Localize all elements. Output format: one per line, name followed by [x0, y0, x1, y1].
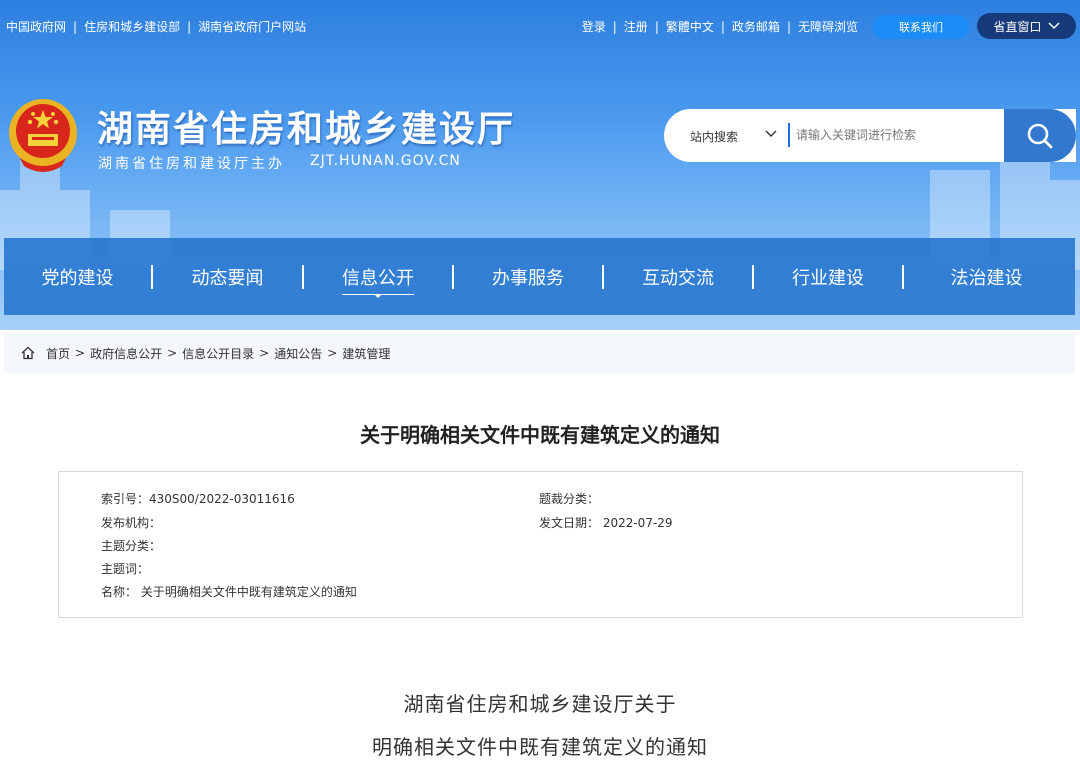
nav-info-disclosure[interactable]: 信息公开	[304, 238, 452, 315]
meta-date: 发文日期： 2022-07-29	[539, 516, 673, 530]
link-mohurd[interactable]: 住房和城乡建设部	[84, 18, 180, 35]
accessibility-link[interactable]: 无障碍浏览	[798, 18, 858, 35]
meta-name: 名称： 关于明确相关文件中既有建筑定义的通知	[101, 585, 357, 599]
login-link[interactable]: 登录	[582, 18, 606, 35]
body-line: 湖南省住房和城乡建设厅关于	[403, 692, 677, 716]
link-gov-cn[interactable]: 中国政府网	[6, 18, 66, 35]
search-button[interactable]	[1004, 109, 1076, 162]
traditional-chinese-link[interactable]: 繁體中文	[666, 18, 714, 35]
search-icon	[1027, 123, 1053, 148]
breadcrumb-info-catalog[interactable]: 信息公开目录	[182, 345, 254, 362]
top-right-links: 登录 | 注册 | 繁體中文 | 政务邮箱 | 无障碍浏览	[581, 18, 858, 35]
province-window-button[interactable]: 省直窗口	[977, 13, 1076, 39]
nav-interaction[interactable]: 互动交流	[604, 238, 752, 315]
active-caret-icon	[374, 294, 382, 298]
breadcrumb-gov-info[interactable]: 政府信息公开	[90, 345, 162, 362]
nav-news[interactable]: 动态要闻	[153, 238, 302, 315]
breadcrumb-home[interactable]: 首页	[46, 345, 70, 362]
chevron-down-icon[interactable]	[764, 126, 778, 140]
nav-rule-of-law[interactable]: 法治建设	[904, 238, 1069, 315]
meta-keywords: 主题词：	[101, 562, 150, 576]
national-emblem-icon	[9, 99, 77, 172]
article-meta-box: 索引号：430S00/2022-03011616 题裁分类： 发布机构： 发文日…	[58, 471, 1023, 618]
top-left-links: 中国政府网 | 住房和城乡建设部 | 湖南省政府门户网站	[6, 18, 307, 35]
top-bar: 中国政府网 | 住房和城乡建设部 | 湖南省政府门户网站 登录 | 注册 | 繁…	[0, 0, 1080, 52]
breadcrumb: 首页 > 政府信息公开 > 信息公开目录 > 通知公告 > 建筑管理	[4, 333, 1075, 373]
nav-industry[interactable]: 行业建设	[754, 238, 902, 315]
breadcrumb-construction[interactable]: 建筑管理	[342, 345, 390, 362]
site-subtitle: 湖南省住房和建设厅主办	[98, 156, 285, 172]
meta-genre: 题裁分类：	[539, 492, 600, 506]
article-body: 湖南省住房和城乡建设厅关于 明确相关文件中既有建筑定义的通知	[0, 689, 1080, 775]
meta-index-no: 索引号：430S00/2022-03011616	[101, 492, 295, 506]
search-input[interactable]	[796, 120, 996, 150]
site-title: 湖南省住房和城乡建设厅	[97, 109, 516, 150]
register-link[interactable]: 注册	[624, 18, 648, 35]
nav-party-building[interactable]: 党的建设	[4, 238, 151, 315]
breadcrumb-notices[interactable]: 通知公告	[274, 345, 322, 362]
site-url: ZJT.HUNAN.GOV.CN	[310, 153, 461, 169]
article-title: 关于明确相关文件中既有建筑定义的通知	[360, 423, 720, 447]
meta-topic: 主题分类：	[101, 539, 162, 553]
meta-publisher: 发布机构：	[101, 516, 162, 530]
search-divider	[788, 123, 790, 147]
home-icon	[21, 346, 35, 360]
nav-services[interactable]: 办事服务	[454, 238, 602, 315]
search-scope-select[interactable]: 站内搜索	[690, 128, 738, 145]
gov-mail-link[interactable]: 政务邮箱	[732, 18, 780, 35]
contact-us-button[interactable]: 联系我们	[873, 15, 969, 39]
body-line: 明确相关文件中既有建筑定义的通知	[372, 735, 708, 759]
province-window-label: 省直窗口	[993, 19, 1042, 34]
link-hunan-portal[interactable]: 湖南省政府门户网站	[198, 18, 306, 35]
chevron-down-icon	[1047, 22, 1060, 30]
main-nav: 党的建设 动态要闻 信息公开 办事服务 互动交流 行业建设 法治建设	[4, 238, 1075, 315]
